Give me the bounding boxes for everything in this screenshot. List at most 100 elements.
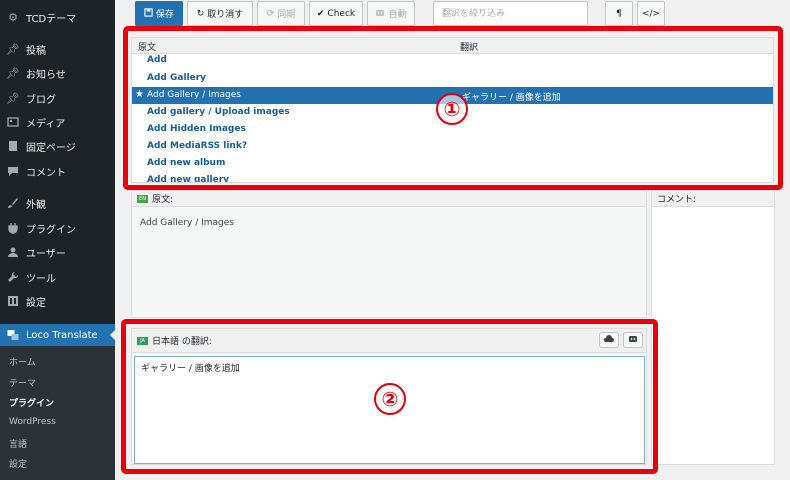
cloud-icon [604, 335, 614, 345]
site-name: TCDテーマ [26, 13, 77, 25]
row-source: Add Hidden Images [147, 124, 246, 134]
list-row[interactable]: Add [132, 54, 773, 67]
menu-label: 投稿 [26, 45, 46, 57]
en-flag-icon: EN [137, 194, 148, 203]
invisibles-button[interactable]: ¶ [605, 1, 633, 26]
menu-label: ツール [26, 273, 56, 285]
source-text: Add Gallery / Images [140, 218, 234, 228]
loco-submenu: ホーム テーマ プラグイン WordPress 言語 設定 [0, 346, 115, 480]
menu-appearance[interactable]: 外観 [0, 192, 115, 214]
submenu-home[interactable]: ホーム [9, 355, 36, 368]
star-icon: ★ [135, 89, 144, 100]
menu-posts[interactable]: 📌︎ 投稿 [0, 38, 115, 60]
menu-tools[interactable]: ツール [0, 266, 115, 288]
row-source: Add new gallery [147, 175, 230, 183]
check-label: Check [327, 8, 356, 19]
menu-news[interactable]: 📌︎ お知らせ [0, 62, 115, 84]
submenu-themes[interactable]: テーマ [9, 376, 36, 389]
column-source[interactable]: 原文 [138, 40, 156, 53]
ja-flag-icon: JA [137, 336, 148, 345]
menu-settings[interactable]: 設定 [0, 290, 115, 312]
menu-label: お知らせ [26, 69, 66, 81]
undo-icon: ↻ [196, 8, 205, 19]
list-row[interactable]: Add new gallery [132, 172, 773, 183]
plugin-icon [6, 221, 20, 235]
cloud-button[interactable] [599, 332, 619, 348]
row-source: Add [147, 55, 167, 65]
menu-label: Loco Translate [26, 329, 98, 341]
menu-pages[interactable]: 固定ページ [0, 135, 115, 157]
comment-pane: コメント: [651, 190, 775, 465]
check-button[interactable]: ✔ Check [309, 1, 363, 26]
menu-label: ブログ [26, 94, 56, 106]
submenu-languages[interactable]: 言語 [9, 437, 27, 450]
menu-label: メディア [26, 118, 66, 130]
sync-icon: ⟳ [266, 8, 275, 19]
pin-icon: 📌︎ [6, 66, 20, 80]
submenu-plugins[interactable]: プラグイン [9, 396, 54, 409]
list-row[interactable]: Add MediaRSS link? [132, 138, 773, 155]
target-pane-header: JA 日本語 の翻訳: [132, 329, 646, 353]
save-button[interactable]: 保存 [135, 1, 183, 26]
row-source: Add gallery / Upload images [147, 107, 290, 117]
target-pane-label: 日本語 の翻訳: [152, 337, 212, 347]
pin-icon: 📌︎ [6, 42, 20, 56]
comment-pane-header: コメント: [652, 191, 774, 207]
list-row[interactable]: Add Gallery [132, 70, 773, 87]
list-header: 原文 翻訳 [132, 38, 773, 54]
wrench-icon [6, 270, 20, 284]
pin-icon: 📌︎ [6, 91, 20, 105]
robot-button[interactable] [623, 332, 643, 348]
media-icon [6, 115, 20, 129]
brush-icon [6, 196, 20, 210]
menu-media[interactable]: メディア [0, 111, 115, 133]
admin-sidebar: ⚙ TCDテーマ 📌︎ 投稿 📌︎ お知らせ 📌︎ ブログ メディア 固定ページ… [0, 0, 116, 480]
gear-icon: ⚙ [8, 10, 18, 24]
menu-label: 設定 [26, 297, 46, 309]
sync-label: 同期 [277, 10, 296, 20]
menu-blog[interactable]: 📌︎ ブログ [0, 87, 115, 109]
filter-input[interactable] [433, 1, 588, 26]
menu-users[interactable]: ユーザー [0, 241, 115, 263]
code-icon: </> [641, 8, 661, 19]
robot-icon [628, 334, 638, 346]
comment-pane-label: コメント: [657, 195, 697, 205]
auto-label: 自動 [388, 10, 407, 20]
menu-label: ユーザー [26, 248, 66, 260]
row-source: Add new album [147, 158, 226, 168]
comment-icon [6, 164, 20, 178]
sync-button[interactable]: ⟳ 同期 [257, 1, 305, 26]
auto-translate-button[interactable]: 自動 [367, 1, 415, 26]
site-name-link[interactable]: ⚙ TCDテーマ [0, 6, 115, 28]
user-icon [6, 245, 20, 259]
source-pane: EN 原文: Add Gallery / Images [131, 190, 647, 318]
row-source: Add Gallery [147, 73, 207, 83]
menu-label: 外観 [26, 199, 46, 211]
list-row[interactable]: Add new album [132, 155, 773, 172]
source-pane-header: EN 原文: [132, 191, 646, 207]
menu-loco-translate[interactable]: Loco Translate [0, 324, 116, 346]
menu-label: プラグイン [26, 224, 76, 236]
check-icon: ✔ [316, 8, 325, 19]
code-view-button[interactable]: </> [637, 1, 665, 26]
settings-icon [6, 294, 20, 308]
annotation-number-2: ② [374, 383, 406, 415]
submenu-settings[interactable]: 設定 [9, 457, 27, 470]
submenu-wordpress[interactable]: WordPress [9, 417, 56, 427]
menu-comments[interactable]: コメント [0, 160, 115, 182]
loco-icon [6, 328, 20, 342]
menu-label: 固定ページ [26, 142, 76, 154]
row-translation: ギャラリー / 画像を追加 [462, 93, 561, 103]
row-source: Add Gallery / Images [147, 90, 241, 100]
editor-toolbar: 保存 ↻ 取り消す ⟳ 同期 ✔ Check 自動 ¶ </> [115, 0, 790, 30]
pilcrow-icon: ¶ [616, 8, 622, 19]
revert-button[interactable]: ↻ 取り消す [187, 1, 253, 26]
column-translation[interactable]: 翻訳 [460, 40, 478, 53]
source-pane-label: 原文: [152, 195, 174, 205]
page-icon [6, 139, 20, 153]
revert-label: 取り消す [207, 10, 244, 20]
save-label: 保存 [155, 10, 174, 20]
menu-label: コメント [26, 167, 66, 179]
menu-plugins[interactable]: プラグイン [0, 217, 115, 239]
robot-icon [375, 8, 385, 20]
